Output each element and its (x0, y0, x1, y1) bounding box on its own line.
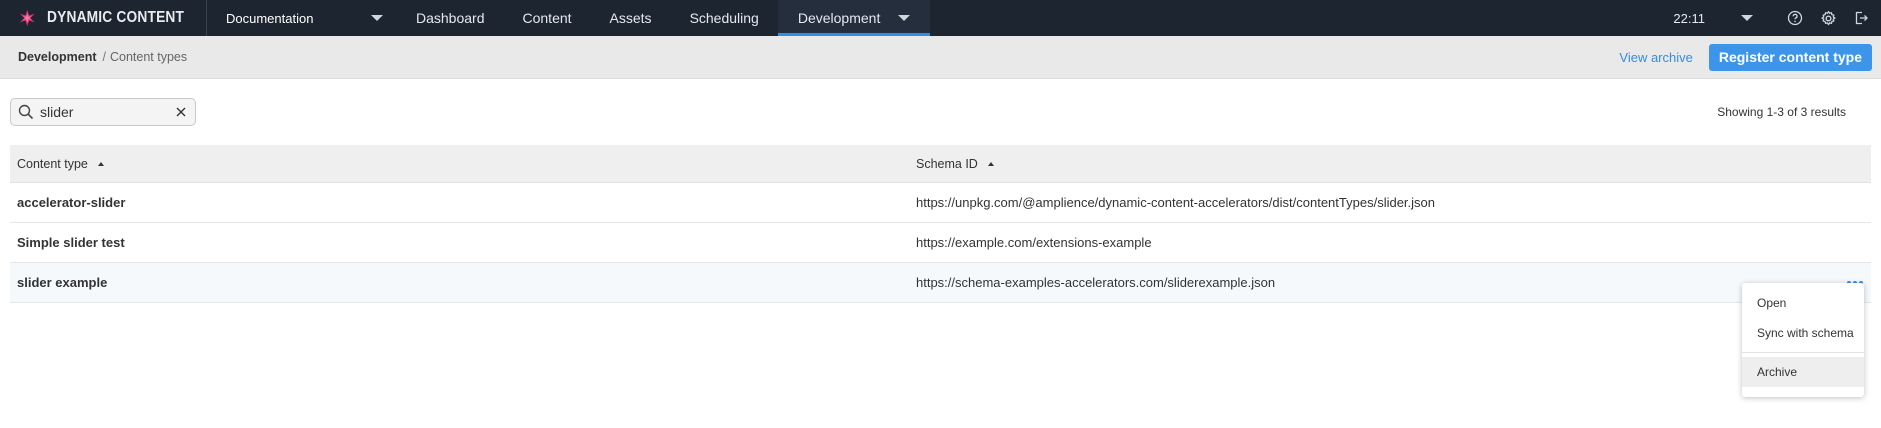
column-header-label: Schema ID (916, 156, 978, 171)
content-type-name: accelerator-slider (17, 195, 126, 210)
chevron-down-icon (371, 15, 383, 21)
schema-id: https://schema-examples-accelerators.com… (916, 275, 1276, 290)
row-context-menu: Open Sync with schema Archive (1742, 283, 1864, 397)
sort-ascending-icon (987, 161, 994, 166)
column-header-content-type[interactable]: Content type (10, 157, 914, 171)
nav-dashboard[interactable]: Dashboard (397, 0, 504, 36)
breadcrumb-separator: / (102, 50, 106, 64)
table-row[interactable]: Simple slider test https://example.com/e… (10, 223, 1871, 263)
hub-selector[interactable]: Documentation (207, 0, 391, 36)
results-count: Showing 1-3 of 3 results (1717, 105, 1846, 119)
schema-id: https://unpkg.com/@amplience/dynamic-con… (916, 195, 1436, 210)
content-type-name: slider example (17, 275, 108, 290)
breadcrumb-root[interactable]: Development (18, 50, 97, 64)
close-icon[interactable] (175, 106, 187, 118)
brand-name: DYNAMIC CONTENT (46, 9, 184, 26)
menu-item-archive[interactable]: Archive (1742, 357, 1864, 387)
main-nav: Dashboard Content Assets Scheduling Deve… (397, 0, 930, 36)
schema-id: https://example.com/extensions-example (916, 235, 1152, 250)
help-icon[interactable] (1785, 8, 1805, 28)
content-type-name: Simple slider test (17, 235, 125, 250)
logout-icon[interactable] (1851, 8, 1871, 28)
table-row[interactable]: accelerator-slider https://unpkg.com/@am… (10, 183, 1871, 223)
table-row[interactable]: slider example https://schema-examples-a… (10, 263, 1871, 303)
search-icon (18, 104, 34, 120)
chevron-down-icon[interactable] (897, 15, 910, 21)
breadcrumb: Development / Content types (0, 50, 187, 64)
nav-scheduling[interactable]: Scheduling (671, 0, 778, 36)
nav-development-label: Development (797, 10, 881, 26)
table-header: Content type Schema ID (10, 145, 1871, 183)
search-input[interactable] (40, 104, 175, 120)
topbar-right: 22:11 (1673, 0, 1881, 36)
gear-icon[interactable] (1818, 8, 1838, 28)
top-nav-bar: DYNAMIC CONTENT Documentation Dashboard … (0, 0, 1881, 36)
sort-ascending-icon (97, 161, 104, 166)
register-content-type-button[interactable]: Register content type (1708, 43, 1872, 71)
column-header-schema-id[interactable]: Schema ID (914, 157, 1871, 171)
column-header-label: Content type (17, 156, 88, 171)
view-archive-link[interactable]: View archive (1619, 50, 1692, 65)
menu-divider (1742, 352, 1864, 353)
dynamic-content-logo-icon (19, 9, 35, 27)
nav-content[interactable]: Content (504, 0, 591, 36)
nav-development[interactable]: Development (777, 0, 930, 36)
search-box (10, 98, 196, 126)
menu-item-sync-with-schema[interactable]: Sync with schema (1742, 318, 1864, 348)
content-types-table: Content type Schema ID accelerator-slide… (10, 145, 1871, 303)
chevron-down-icon[interactable] (1741, 15, 1753, 21)
brand[interactable]: DYNAMIC CONTENT (0, 0, 207, 36)
breadcrumb-current: Content types (109, 50, 188, 64)
page-actions: View archive Register content type (1619, 43, 1881, 71)
clock: 22:11 (1673, 10, 1705, 26)
breadcrumb-bar: Development / Content types View archive… (0, 36, 1881, 79)
hub-name: Documentation (226, 10, 314, 26)
nav-assets[interactable]: Assets (591, 0, 671, 36)
menu-item-open[interactable]: Open (1742, 288, 1864, 318)
